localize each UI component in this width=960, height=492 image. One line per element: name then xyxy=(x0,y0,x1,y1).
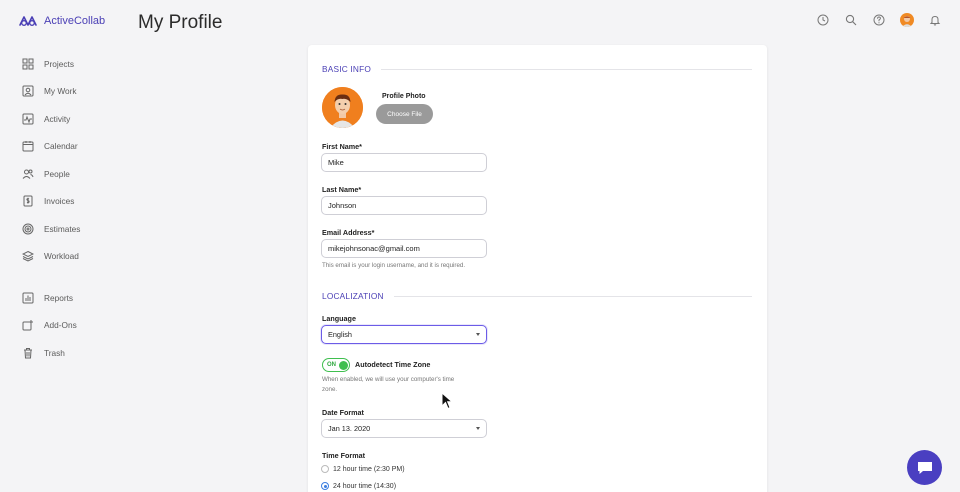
radio-button[interactable] xyxy=(321,465,329,473)
date-format-select[interactable]: Jan 13. 2020 xyxy=(321,419,487,438)
email-label: Email Address* xyxy=(322,228,375,237)
sidebar-item-label: Calendar xyxy=(44,141,78,152)
sidebar-item-label: People xyxy=(44,168,70,179)
autodetect-hint-line-1: When enabled, we will use your computer'… xyxy=(322,376,455,383)
profile-photo-label: Profile Photo xyxy=(382,93,426,100)
section-title: BASIC INFO xyxy=(322,64,372,74)
clock-icon[interactable] xyxy=(816,13,830,27)
sidebar-item-label: Workload xyxy=(44,251,79,262)
sidebar-item-people[interactable]: People xyxy=(0,160,130,188)
autodetect-hint-line-2: zone. xyxy=(322,386,338,393)
sidebar-item-add-ons[interactable]: Add-Ons xyxy=(0,312,130,340)
invoice-icon xyxy=(21,194,35,208)
person-card-icon xyxy=(21,84,35,98)
sidebar-item-label: Trash xyxy=(44,347,65,358)
localization-heading: LOCALIZATION xyxy=(322,291,752,301)
toggle-state-label: ON xyxy=(327,361,336,368)
section-title: LOCALIZATION xyxy=(322,291,384,301)
radio-label: 24 hour time (14:30) xyxy=(333,482,397,490)
last-name-field[interactable]: Johnson xyxy=(321,196,487,215)
last-name-label: Last Name* xyxy=(322,185,362,194)
email-hint: This email is your login username, and i… xyxy=(322,262,466,269)
user-avatar[interactable] xyxy=(900,13,914,27)
autodetect-timezone-toggle[interactable]: ON xyxy=(322,358,350,372)
time-format-option-12h[interactable]: 12 hour time (2:30 PM) xyxy=(321,465,405,473)
first-name-field[interactable]: Mike xyxy=(321,153,487,172)
time-format-label: Time Format xyxy=(322,451,366,460)
first-name-label: First Name* xyxy=(322,142,362,151)
chat-icon xyxy=(917,461,932,474)
time-format-option-24h[interactable]: 24 hour time (14:30) xyxy=(321,482,396,490)
sidebar-item-activity[interactable]: Activity xyxy=(0,105,130,133)
language-select[interactable]: English xyxy=(321,325,487,344)
search-icon[interactable] xyxy=(844,13,858,27)
avatar xyxy=(900,13,914,27)
sidebar-item-label: Activity xyxy=(44,113,71,124)
chevron-down-icon xyxy=(476,427,480,430)
sidebar-item-workload[interactable]: Workload xyxy=(0,243,130,271)
choose-file-button[interactable]: Choose File xyxy=(376,104,433,124)
bar-chart-icon xyxy=(21,291,35,305)
sidebar-item-label: Invoices xyxy=(44,196,75,207)
sidebar-divider xyxy=(0,270,130,284)
logo-text: ActiveCollab xyxy=(44,15,106,27)
activity-icon xyxy=(21,112,35,126)
grid-icon xyxy=(21,57,35,71)
sidebar-item-my-work[interactable]: My Work xyxy=(0,78,130,106)
sidebar-item-calendar[interactable]: Calendar xyxy=(0,133,130,161)
sidebar-item-trash[interactable]: Trash xyxy=(0,339,130,367)
trash-icon xyxy=(21,346,35,360)
top-toolbar xyxy=(816,13,942,27)
sidebar-item-label: Estimates xyxy=(44,223,81,234)
help-icon[interactable] xyxy=(872,13,886,27)
people-icon xyxy=(21,167,35,181)
sidebar-item-label: My Work xyxy=(44,86,77,97)
profile-photo xyxy=(322,87,363,128)
layers-icon xyxy=(21,249,35,263)
chat-support-button[interactable] xyxy=(907,450,942,485)
language-label: Language xyxy=(322,314,356,323)
toggle-knob xyxy=(338,360,348,370)
calendar-icon xyxy=(21,139,35,153)
page-title: My Profile xyxy=(138,12,223,33)
divider xyxy=(381,68,752,70)
date-format-value: Jan 13. 2020 xyxy=(328,424,371,433)
sidebar-item-projects[interactable]: Projects xyxy=(0,50,130,78)
activecollab-logo-icon xyxy=(19,16,37,26)
add-on-icon xyxy=(21,318,35,332)
sidebar: Projects My Work Activity Calendar Peopl… xyxy=(0,50,130,367)
sidebar-item-label: Projects xyxy=(44,58,74,69)
app-logo[interactable]: ActiveCollab xyxy=(18,13,105,29)
email-field[interactable]: mikejohnsonac@gmail.com xyxy=(321,239,487,258)
mouse-cursor-icon xyxy=(441,391,454,415)
bell-icon[interactable] xyxy=(928,13,942,27)
chevron-down-icon xyxy=(476,333,480,336)
sidebar-item-label: Reports xyxy=(44,292,74,303)
date-format-label: Date Format xyxy=(322,408,364,417)
sidebar-item-estimates[interactable]: Estimates xyxy=(0,215,130,243)
radio-label: 12 hour time (2:30 PM) xyxy=(333,465,405,473)
target-icon xyxy=(21,222,35,236)
sidebar-item-label: Add-Ons xyxy=(44,320,77,331)
radio-button[interactable] xyxy=(321,482,329,490)
profile-card: BASIC INFO Profile Photo Choose File Fir… xyxy=(308,45,767,492)
divider xyxy=(393,295,752,297)
basic-info-heading: BASIC INFO xyxy=(322,64,752,74)
sidebar-item-reports[interactable]: Reports xyxy=(0,284,130,312)
autodetect-timezone-label: Autodetect Time Zone xyxy=(355,360,431,369)
sidebar-item-invoices[interactable]: Invoices xyxy=(0,188,130,216)
language-value: English xyxy=(328,330,352,339)
